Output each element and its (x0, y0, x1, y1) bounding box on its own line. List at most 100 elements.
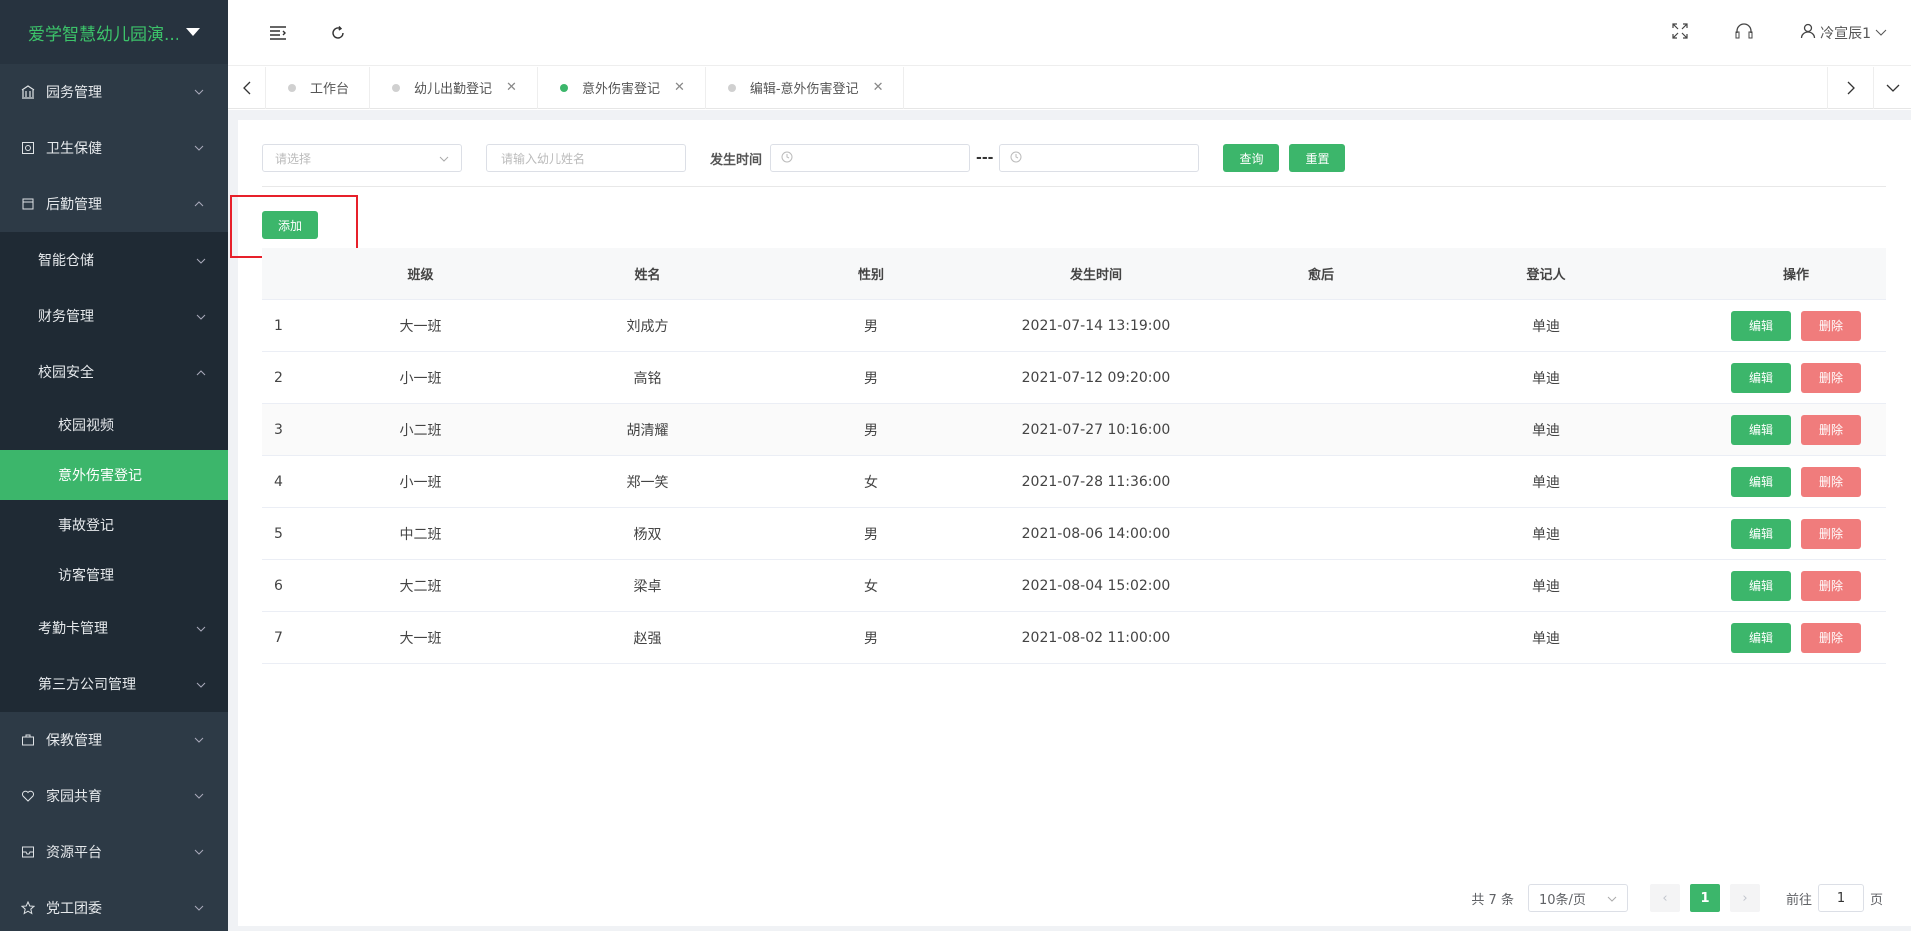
total-count: 共 7 条 (1471, 892, 1514, 908)
page-number[interactable]: 1 (1689, 884, 1720, 912)
tab-bar: 工作台 幼儿出勤登记 ✕ 意外伤害登记 ✕ 编辑-意外伤害登记 ✕ (228, 66, 1911, 109)
medical-icon (18, 141, 38, 155)
edit-button[interactable]: 编辑 (1731, 518, 1791, 549)
delete-button[interactable]: 删除 (1801, 414, 1861, 445)
sidebar-item-education[interactable]: 保教管理 (0, 712, 228, 768)
user-name: 冷宣辰1 (1820, 26, 1871, 42)
cell-name: 梁卓 (633, 578, 662, 595)
child-name-input[interactable]: 请输入幼儿姓名 (486, 144, 686, 172)
chevron-down-icon (439, 151, 449, 165)
end-date-picker[interactable] (999, 144, 1200, 172)
table-row: 1 大一班 刘成方 男 2021-07-14 13:19:00 单迪 编辑 删除 (262, 300, 1886, 352)
tab-dot (288, 83, 296, 92)
inbox-icon (18, 845, 38, 859)
add-button[interactable]: 添加 (262, 211, 318, 239)
delete-button[interactable]: 删除 (1801, 466, 1861, 497)
sidebar-item-visitors[interactable]: 访客管理 (0, 550, 228, 600)
sidebar-item-party[interactable]: 党工团委 (0, 880, 228, 931)
sidebar-item-accident-register[interactable]: 事故登记 (0, 500, 228, 550)
edit-button[interactable]: 编辑 (1731, 570, 1791, 601)
sidebar-item-finance[interactable]: 财务管理 (0, 288, 228, 344)
cell-time: 2021-07-14 13:19:00 (1021, 317, 1171, 334)
cell-class: 小一班 (399, 474, 442, 491)
next-page-button[interactable]: › (1729, 884, 1760, 912)
sidebar-item-health[interactable]: 卫生保健 (0, 120, 228, 176)
col-sex: 性别 (857, 268, 884, 283)
input-placeholder: 请输入幼儿姓名 (501, 151, 586, 166)
cell-name: 高铭 (633, 370, 662, 387)
fullscreen-icon[interactable] (1672, 23, 1688, 43)
edit-button[interactable]: 编辑 (1731, 622, 1791, 653)
sidebar-item-label: 第三方公司管理 (38, 677, 136, 693)
chevron-down-icon (196, 620, 206, 636)
sidebar-item-attendance-card[interactable]: 考勤卡管理 (0, 600, 228, 656)
close-icon[interactable]: ✕ (506, 80, 517, 95)
table-row: 3 小二班 胡清耀 男 2021-07-27 10:16:00 单迪 编辑 删除 (262, 404, 1886, 456)
sidebar-item-label: 园务管理 (46, 85, 102, 101)
delete-button[interactable]: 删除 (1801, 362, 1861, 393)
delete-button[interactable]: 删除 (1801, 310, 1861, 341)
tab-workbench[interactable]: 工作台 (266, 66, 371, 109)
col-registrar: 登记人 (1526, 268, 1566, 283)
tab-edit-injury-register[interactable]: 编辑-意外伤害登记 ✕ (706, 66, 905, 109)
sidebar-item-garden-affairs[interactable]: 园务管理 (0, 64, 228, 120)
sidebar-item-injury-register[interactable]: 意外伤害登记 (0, 450, 228, 500)
user-menu[interactable]: 冷宣辰1 (1800, 23, 1887, 43)
prev-page-button[interactable]: ‹ (1649, 884, 1680, 912)
col-time: 发生时间 (1069, 268, 1122, 283)
menu-collapse-icon[interactable] (258, 13, 298, 53)
sidebar-item-campus-video[interactable]: 校园视频 (0, 400, 228, 450)
tab-scroll-left[interactable] (228, 66, 266, 109)
table-row: 6 大二班 梁卓 女 2021-08-04 15:02:00 单迪 编辑 删除 (262, 560, 1886, 612)
query-button[interactable]: 查询 (1223, 144, 1280, 172)
tab-dropdown[interactable] (1873, 67, 1911, 109)
delete-button[interactable]: 删除 (1801, 518, 1861, 549)
tab-attendance[interactable]: 幼儿出勤登记 ✕ (370, 66, 538, 109)
tab-dot (559, 83, 568, 92)
cell-index: 1 (274, 317, 283, 334)
cell-class: 小二班 (399, 422, 442, 439)
cell-sex: 男 (864, 318, 878, 335)
chevron-up-icon (196, 364, 206, 380)
close-icon[interactable]: ✕ (674, 80, 685, 95)
bank-icon (18, 85, 38, 99)
cell-actions: 编辑 删除 (1706, 518, 1886, 549)
cell-class: 中二班 (399, 526, 442, 543)
edit-button[interactable]: 编辑 (1731, 414, 1791, 445)
app-switcher[interactable]: 爱学智慧幼儿园演... (0, 0, 228, 64)
cell-time: 2021-08-02 11:00:00 (1021, 629, 1171, 646)
chevron-down-icon (196, 252, 206, 268)
sidebar-item-label: 考勤卡管理 (38, 621, 108, 637)
edit-button[interactable]: 编辑 (1731, 362, 1791, 393)
tab-dot (727, 83, 736, 92)
class-select[interactable]: 请选择 (262, 144, 462, 172)
sidebar-item-smart-storage[interactable]: 智能仓储 (0, 232, 228, 288)
edit-button[interactable]: 编辑 (1731, 466, 1791, 497)
clock-icon (1010, 151, 1022, 166)
sidebar-item-label: 党工团委 (46, 901, 102, 917)
reset-button[interactable]: 重置 (1289, 144, 1346, 172)
start-date-picker[interactable] (770, 144, 971, 172)
sidebar-item-label: 卫生保健 (46, 141, 102, 157)
chevron-down-icon (196, 308, 206, 324)
sidebar-item-home-school[interactable]: 家园共育 (0, 768, 228, 824)
edit-button[interactable]: 编辑 (1731, 310, 1791, 341)
col-name: 姓名 (634, 268, 661, 283)
sidebar: 爱学智慧幼儿园演... 园务管理 卫生保健 后勤管理 智能仓储 财务管理 校园安… (0, 0, 228, 931)
table-row: 5 中二班 杨双 男 2021-08-06 14:00:00 单迪 编辑 删除 (262, 508, 1886, 560)
refresh-icon[interactable] (318, 13, 358, 53)
delete-button[interactable]: 删除 (1801, 570, 1861, 601)
close-icon[interactable]: ✕ (873, 80, 884, 95)
sidebar-item-resources[interactable]: 资源平台 (0, 824, 228, 880)
page-size-select[interactable]: 10条/页 (1527, 884, 1628, 912)
goto-input[interactable]: 1 (1817, 884, 1864, 912)
cell-actions: 编辑 删除 (1706, 414, 1886, 445)
headset-icon[interactable] (1734, 22, 1754, 44)
sidebar-item-third-party[interactable]: 第三方公司管理 (0, 656, 228, 712)
sidebar-item-campus-safety[interactable]: 校园安全 (0, 344, 228, 400)
injury-table: 班级 姓名 性别 发生时间 愈后 登记人 操作 1 大一班 刘成方男 2021-07-… (262, 248, 1886, 664)
tab-scroll-right[interactable] (1827, 67, 1873, 109)
delete-button[interactable]: 删除 (1801, 622, 1861, 653)
sidebar-item-logistics[interactable]: 后勤管理 (0, 176, 228, 232)
tab-injury-register[interactable]: 意外伤害登记 ✕ (538, 66, 706, 109)
